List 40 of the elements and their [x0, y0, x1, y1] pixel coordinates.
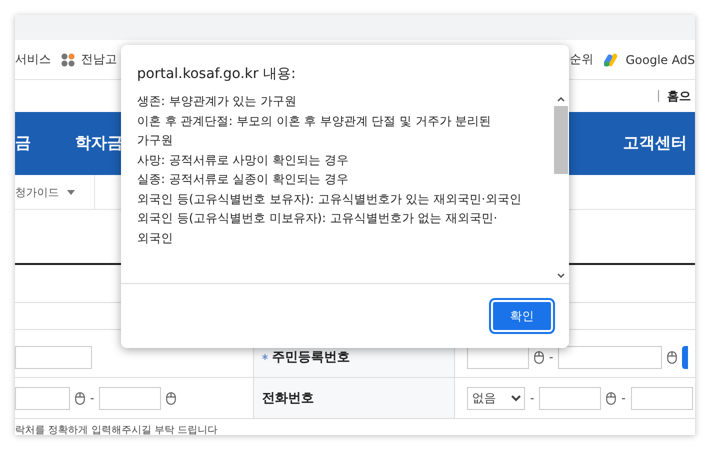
nav-item[interactable]: 금	[15, 133, 31, 154]
ads-logo-icon	[604, 52, 620, 66]
bookmark-item[interactable]: Google AdS	[604, 52, 695, 66]
mouse-icon	[667, 350, 678, 364]
dash-separator: -	[549, 350, 554, 364]
select-field[interactable]: 없음	[467, 386, 525, 410]
input-field[interactable]	[99, 386, 162, 410]
dialog-text: 외국인 등(고유식별번호 보유자): 고유식별번호가 있는 재외국민·외국인	[137, 190, 522, 208]
dialog-text: 외국인 등(고유식별번호 미보유자): 고유식별번호가 없는 재외국민·외국인	[137, 210, 498, 246]
input-field[interactable]	[15, 386, 70, 410]
dialog-text: 사망: 공적서류로 사망이 확인되는 경우	[137, 152, 350, 168]
input-field[interactable]	[558, 346, 662, 368]
subnav-item[interactable]: 청가이드	[15, 184, 59, 200]
input-field[interactable]	[539, 386, 602, 410]
dialog-text: 생존: 부양관계가 있는 가구원	[137, 93, 298, 110]
label-text: 전화번호	[262, 390, 314, 407]
dash-separator: -	[530, 391, 534, 405]
dialog-text: 실종: 공적서류로 실종이 확인되는 경우	[137, 171, 350, 188]
dash-separator: -	[90, 391, 94, 405]
dialog-text: 이혼 후 관계단절: 부모의 이혼 후 부양관계 단절 및 거주가 분리된 가구원	[137, 112, 492, 149]
bookmark-item[interactable]: 순위	[570, 51, 594, 68]
mouse-icon	[534, 350, 544, 364]
bookmark-item[interactable]: 전남고	[61, 51, 117, 68]
caret-icon	[67, 190, 75, 194]
dash-separator: -	[621, 391, 626, 405]
dots-icon	[61, 52, 75, 66]
nav-item[interactable]: 고객센터	[623, 133, 687, 154]
home-link[interactable]: 홈으	[667, 88, 691, 104]
input-field[interactable]	[15, 346, 92, 368]
action-button[interactable]	[682, 346, 688, 368]
mouse-icon	[166, 392, 176, 404]
label-text: 주민등록번호	[272, 349, 350, 366]
input-field[interactable]	[630, 386, 693, 410]
mouse-icon	[75, 392, 85, 404]
bookmark-item[interactable]: 서비스	[15, 51, 51, 68]
nav-item[interactable]: 학자금	[75, 133, 123, 154]
dialog-title: portal.kosaf.go.kr 내용:	[136, 65, 297, 84]
ok-button[interactable]: 확인	[491, 300, 553, 332]
mouse-icon	[606, 392, 616, 404]
notice-text: 락처를 정확하게 입력해주시길 부탁 드립니다	[15, 424, 219, 435]
